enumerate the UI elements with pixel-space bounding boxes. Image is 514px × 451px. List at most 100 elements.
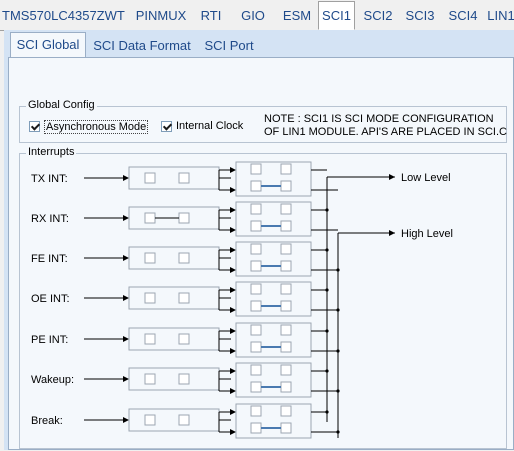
level-high-checkbox-peint-a[interactable] [250, 341, 262, 353]
level-low-checkbox-feint-b[interactable] [280, 243, 292, 255]
subtab-sci-global[interactable]: SCI Global [10, 32, 86, 58]
input-arrow [123, 255, 129, 261]
input-arrow [123, 215, 129, 221]
level-low-checkbox-oeint-a[interactable] [250, 283, 262, 295]
to-level-arrow [230, 429, 236, 435]
high-level-label: High Level [401, 228, 453, 240]
level-low-checkbox-wakeup-b[interactable] [280, 364, 292, 376]
enable-checkbox-break-a[interactable] [144, 414, 156, 426]
level-high-checkbox-break-a[interactable] [250, 422, 262, 434]
input-arrow [123, 376, 129, 382]
to-level-arrow [230, 307, 236, 313]
level-high-checkbox-peint-b[interactable] [280, 341, 292, 353]
irq-label-break: Break: [31, 415, 63, 427]
enable-box-break [128, 408, 220, 432]
level-high-checkbox-feint-a[interactable] [250, 260, 262, 272]
enable-checkbox-txint-b[interactable] [178, 172, 190, 184]
tab-sci3[interactable]: SCI3 [401, 4, 439, 28]
irq-label-wakeup: Wakeup: [31, 374, 74, 386]
low-level-arrow [389, 174, 395, 180]
tab-esm[interactable]: ESM [278, 4, 316, 28]
junction-dot [325, 369, 329, 373]
to-level-arrow [230, 247, 236, 253]
level-box-peint [235, 322, 312, 358]
sci1-panel: SCI Global SCI Data Format SCI Port Global… [4, 30, 514, 450]
tab-gio[interactable]: GIO [235, 4, 271, 28]
level-low-checkbox-feint-a[interactable] [250, 243, 262, 255]
tab-pinmux[interactable]: PINMUX [133, 4, 189, 28]
sub-tab-bar: SCI Global SCI Data Format SCI Port [4, 30, 514, 58]
level-box-oeint [235, 281, 312, 317]
junction-dot [325, 248, 329, 252]
input-arrow [123, 417, 129, 423]
junction-dot [336, 308, 340, 312]
low-level-label: Low Level [401, 172, 451, 184]
level-high-checkbox-break-b[interactable] [280, 422, 292, 434]
junction-dot [336, 389, 340, 393]
subtab-sci-port[interactable]: SCI Port [198, 35, 260, 57]
enable-checkbox-rxint-b[interactable] [178, 212, 190, 224]
level-high-checkbox-rxint-a[interactable] [250, 220, 262, 232]
input-arrow [123, 295, 129, 301]
to-level-arrow [230, 167, 236, 173]
level-high-checkbox-txint-b[interactable] [280, 180, 292, 192]
to-level-arrow [230, 388, 236, 394]
level-low-checkbox-oeint-b[interactable] [280, 283, 292, 295]
sci-global-content: Global Config Asynchronous Mode Internal… [8, 57, 514, 450]
level-high-checkbox-feint-b[interactable] [280, 260, 292, 272]
enable-checkbox-wakeup-b[interactable] [178, 373, 190, 385]
to-level-arrow [230, 287, 236, 293]
enable-box-oeint [128, 286, 220, 310]
level-high-checkbox-wakeup-b[interactable] [280, 381, 292, 393]
level-low-checkbox-txint-b[interactable] [280, 163, 292, 175]
irq-label-txint: TX INT: [31, 173, 68, 185]
level-low-checkbox-peint-b[interactable] [280, 324, 292, 336]
enable-checkbox-peint-b[interactable] [178, 333, 190, 345]
level-box-txint [235, 161, 312, 197]
to-level-arrow [230, 328, 236, 334]
junction-dot [336, 349, 340, 353]
enable-checkbox-feint-b[interactable] [178, 252, 190, 264]
level-low-checkbox-txint-a[interactable] [250, 163, 262, 175]
level-high-checkbox-txint-a[interactable] [250, 180, 262, 192]
tab-sci1[interactable]: SCI1 [318, 1, 355, 30]
subtab-sci-data-format[interactable]: SCI Data Format [88, 35, 196, 57]
enable-checkbox-peint-a[interactable] [144, 333, 156, 345]
junction-dot [325, 410, 329, 414]
junction-dot [325, 288, 329, 292]
to-level-arrow [230, 227, 236, 233]
enable-box-feint [128, 246, 220, 270]
to-level-arrow [230, 409, 236, 415]
tab-sci4[interactable]: SCI4 [444, 4, 482, 28]
input-arrow [123, 336, 129, 342]
level-low-checkbox-peint-a[interactable] [250, 324, 262, 336]
enable-checkbox-wakeup-a[interactable] [144, 373, 156, 385]
tab-lin1[interactable]: LIN1 [486, 4, 514, 28]
level-low-checkbox-rxint-a[interactable] [250, 203, 262, 215]
irq-label-feint: FE INT: [31, 253, 68, 265]
level-high-checkbox-oeint-b[interactable] [280, 300, 292, 312]
enable-checkbox-break-b[interactable] [178, 414, 190, 426]
to-level-arrow [230, 207, 236, 213]
to-level-arrow [230, 267, 236, 273]
level-low-checkbox-break-b[interactable] [280, 405, 292, 417]
tab-sci2[interactable]: SCI2 [360, 4, 396, 28]
tab-rti[interactable]: RTI [196, 4, 226, 28]
level-low-checkbox-break-a[interactable] [250, 405, 262, 417]
interrupt-routing-diagram: TX INT: RX INT: FE INT: OE INT: PE INT: Wakeu… [31, 161, 453, 439]
enable-checkbox-txint-a[interactable] [144, 172, 156, 184]
level-high-checkbox-oeint-a[interactable] [250, 300, 262, 312]
level-low-checkbox-wakeup-a[interactable] [250, 364, 262, 376]
enable-checkbox-feint-a[interactable] [144, 252, 156, 264]
level-high-checkbox-rxint-b[interactable] [280, 220, 292, 232]
enable-checkbox-oeint-b[interactable] [178, 292, 190, 304]
irq-label-peint: PE INT: [31, 334, 68, 346]
enable-checkbox-oeint-a[interactable] [144, 292, 156, 304]
level-low-checkbox-rxint-b[interactable] [280, 203, 292, 215]
top-tab-bar: TMS570LC4357ZWT PINMUX RTI GIO ESM SCI1 SCI2 SC… [0, 0, 514, 31]
input-arrow [123, 175, 129, 181]
level-box-rxint [235, 201, 312, 237]
level-high-checkbox-wakeup-a[interactable] [250, 381, 262, 393]
tab-tms570lc4357zwt[interactable]: TMS570LC4357ZWT [2, 4, 125, 28]
enable-checkbox-rxint-a[interactable] [144, 212, 156, 224]
